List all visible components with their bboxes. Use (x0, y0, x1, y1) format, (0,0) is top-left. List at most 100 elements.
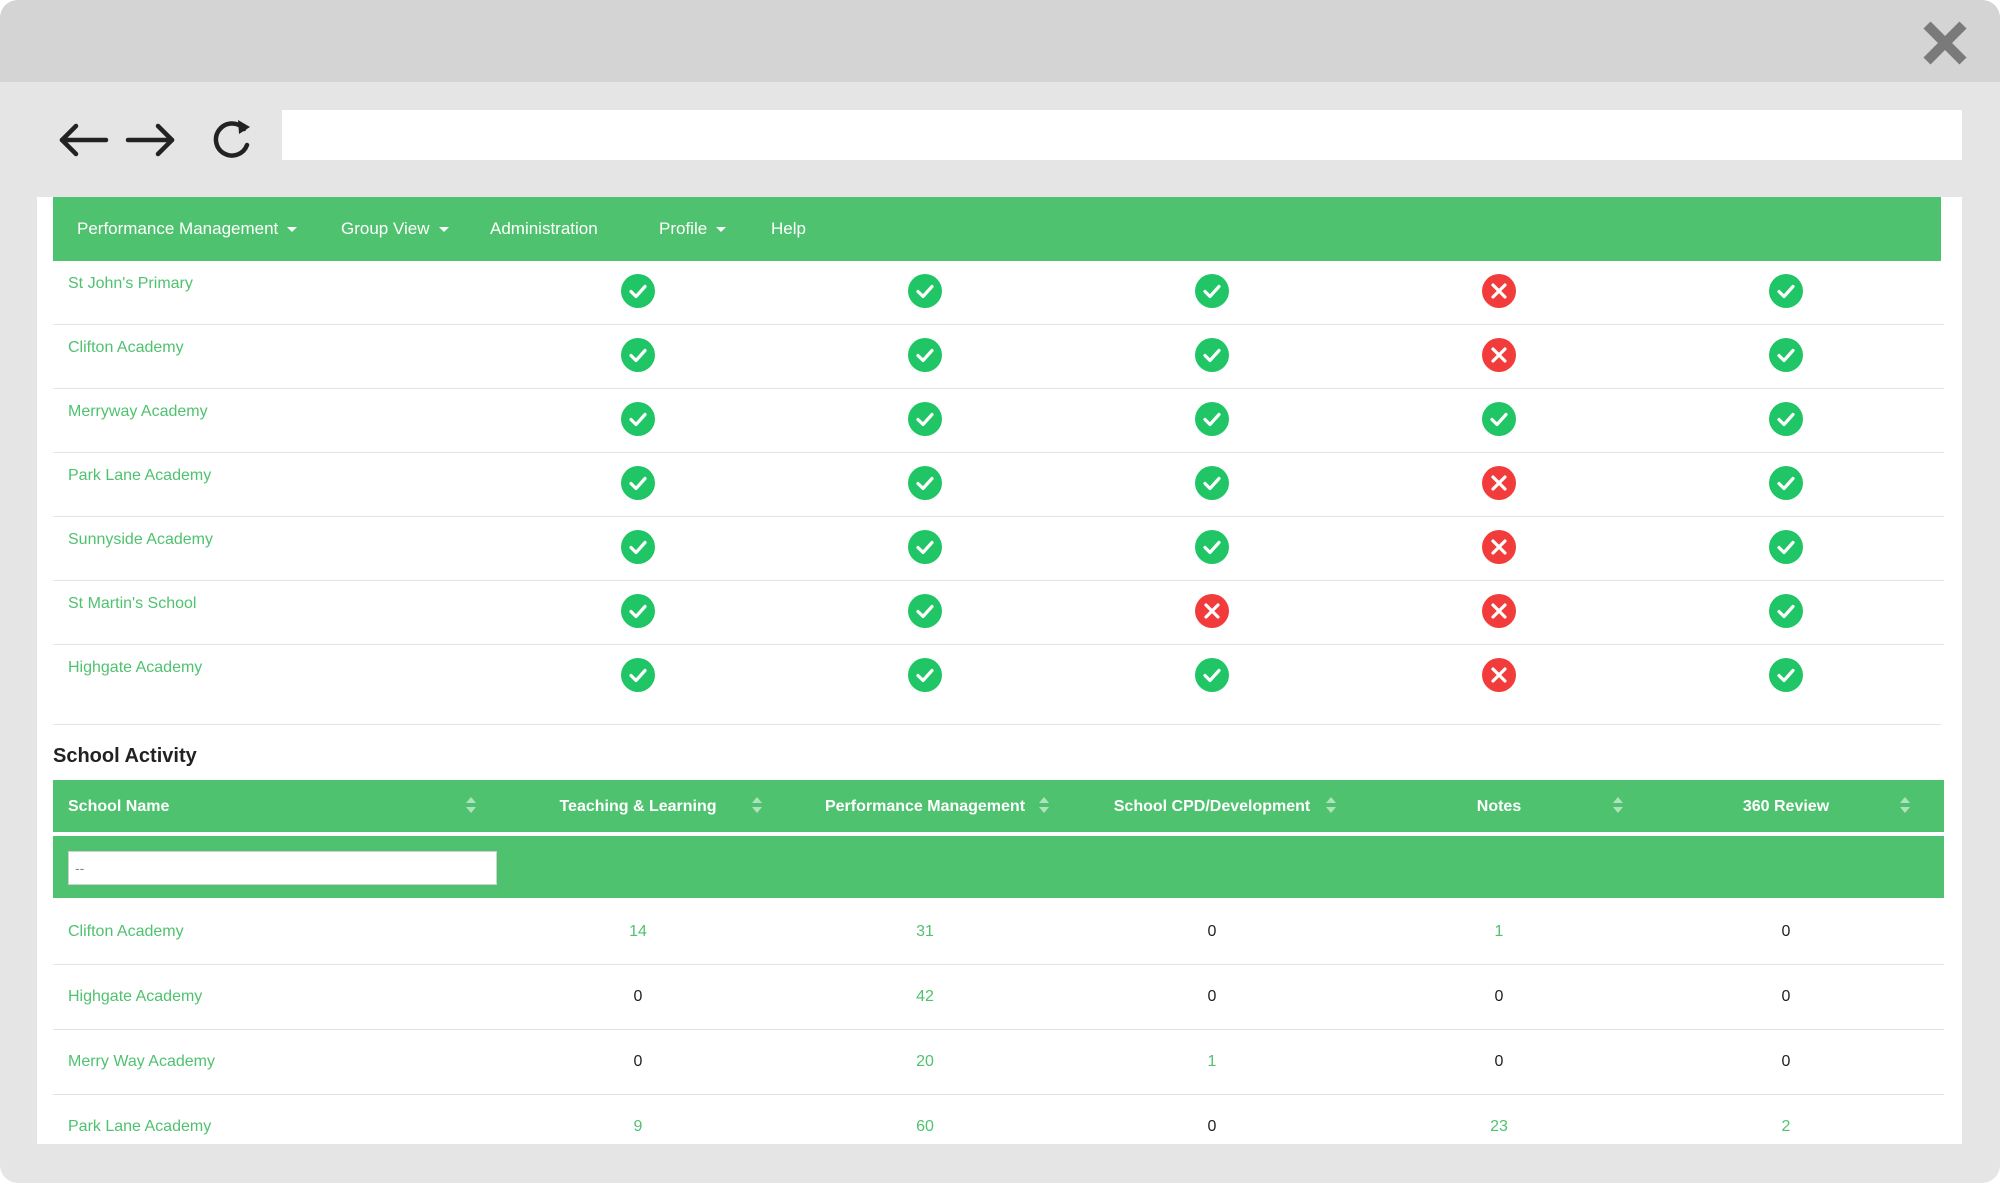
count-link[interactable]: 42 (916, 988, 934, 1006)
close-x-icon[interactable] (1920, 18, 1970, 68)
nav-performance-management[interactable]: Performance Management (77, 197, 298, 261)
column-header-teaching-learning[interactable]: Teaching & Learning (559, 780, 716, 834)
school-link[interactable]: Merry Way Academy (68, 1053, 215, 1071)
check-circle-icon (1195, 530, 1229, 564)
activity-table-header: School Name Teaching & Learning Performanc… (53, 780, 1944, 834)
school-link[interactable]: Clifton Academy (68, 339, 184, 357)
count-value: 0 (1494, 1053, 1504, 1070)
caret-down-icon (438, 227, 449, 232)
cross-circle-icon (1482, 274, 1516, 308)
school-name-filter-input[interactable] (68, 851, 497, 885)
count-link[interactable]: 9 (634, 1118, 643, 1136)
count-link[interactable]: 14 (629, 923, 647, 941)
school-link[interactable]: St John's Primary (68, 275, 193, 293)
sort-icon[interactable] (750, 794, 764, 816)
school-link[interactable]: Park Lane Academy (68, 467, 211, 485)
check-circle-icon (621, 594, 655, 628)
browser-window: Performance Management Group View Administ… (0, 0, 2000, 1183)
count-link[interactable]: 31 (916, 923, 934, 941)
status-row: St Martin's School (53, 581, 1944, 645)
school-link[interactable]: Sunnyside Academy (68, 531, 213, 549)
count-value: 0 (1781, 988, 1791, 1005)
check-circle-icon (908, 658, 942, 692)
count-link[interactable]: 1 (1495, 923, 1504, 941)
nav-label: Performance Management (77, 219, 279, 238)
count-link[interactable]: 2 (1782, 1118, 1791, 1136)
cross-circle-icon (1195, 594, 1229, 628)
count-value: 0 (1494, 988, 1504, 1005)
status-row: Park Lane Academy (53, 453, 1944, 517)
nav-help[interactable]: Help (771, 197, 806, 261)
arrow-right-icon[interactable] (122, 118, 178, 162)
check-circle-icon (621, 466, 655, 500)
filter-row (53, 836, 1944, 898)
check-circle-icon (1769, 658, 1803, 692)
nav-profile[interactable]: Profile (659, 197, 727, 261)
count-value: 0 (633, 1053, 643, 1070)
count-value: 0 (1207, 988, 1217, 1005)
page-viewport: Performance Management Group View Administ… (37, 197, 1962, 1144)
school-link[interactable]: Highgate Academy (68, 659, 202, 677)
column-header-school-cpd-development[interactable]: School CPD/Development (1114, 780, 1310, 834)
reload-icon[interactable] (206, 114, 256, 164)
cross-circle-icon (1482, 338, 1516, 372)
sort-icon[interactable] (1324, 794, 1338, 816)
check-circle-icon (621, 658, 655, 692)
nav-administration[interactable]: Administration (490, 197, 598, 261)
nav-group-view[interactable]: Group View (341, 197, 449, 261)
school-link[interactable]: Highgate Academy (68, 988, 202, 1006)
check-circle-icon (621, 402, 655, 436)
sort-icon[interactable] (1037, 794, 1051, 816)
address-bar-input[interactable] (282, 110, 1962, 160)
status-row: St John's Primary (53, 261, 1944, 325)
check-circle-icon (908, 594, 942, 628)
count-link[interactable]: 60 (916, 1118, 934, 1136)
cross-circle-icon (1482, 466, 1516, 500)
section-title-school-activity: School Activity (53, 745, 197, 767)
activity-row: Clifton Academy 14 31 0 1 0 (53, 900, 1944, 965)
count-value: 0 (633, 988, 643, 1005)
nav-label: Group View (341, 219, 430, 238)
check-circle-icon (1195, 658, 1229, 692)
arrow-left-icon[interactable] (56, 118, 112, 162)
column-header-360-review[interactable]: 360 Review (1743, 780, 1829, 834)
caret-down-icon (716, 227, 727, 232)
count-value: 0 (1781, 923, 1791, 940)
sort-icon[interactable] (1611, 794, 1625, 816)
table-divider (53, 724, 1941, 725)
count-link[interactable]: 1 (1208, 1053, 1217, 1071)
status-row: Clifton Academy (53, 325, 1944, 389)
check-circle-icon (908, 402, 942, 436)
status-row: Highgate Academy (53, 645, 1944, 709)
status-row: Merryway Academy (53, 389, 1944, 453)
sort-icon[interactable] (1898, 794, 1912, 816)
count-value: 0 (1781, 1053, 1791, 1070)
check-circle-icon (1769, 402, 1803, 436)
check-circle-icon (1195, 274, 1229, 308)
cross-circle-icon (1482, 658, 1516, 692)
column-header-school-name[interactable]: School Name (68, 780, 169, 834)
activity-row: Merry Way Academy 0 20 1 0 0 (53, 1030, 1944, 1095)
cross-circle-icon (1482, 530, 1516, 564)
school-link[interactable]: Park Lane Academy (68, 1118, 211, 1136)
check-circle-icon (1769, 338, 1803, 372)
count-value: 0 (1207, 923, 1217, 940)
caret-down-icon (287, 227, 298, 232)
cross-circle-icon (1482, 594, 1516, 628)
check-circle-icon (1195, 466, 1229, 500)
count-link[interactable]: 20 (916, 1053, 934, 1071)
column-header-notes[interactable]: Notes (1477, 780, 1521, 834)
sort-icon[interactable] (464, 794, 478, 816)
check-circle-icon (1195, 402, 1229, 436)
column-header-performance-management[interactable]: Performance Management (825, 780, 1025, 834)
check-circle-icon (621, 530, 655, 564)
check-circle-icon (908, 274, 942, 308)
title-bar (0, 0, 2000, 82)
school-link[interactable]: St Martin's School (68, 595, 196, 613)
nav-label: Help (771, 219, 806, 238)
activity-row: Highgate Academy 0 42 0 0 0 (53, 965, 1944, 1030)
school-link[interactable]: Clifton Academy (68, 923, 184, 941)
status-row: Sunnyside Academy (53, 517, 1944, 581)
count-link[interactable]: 23 (1490, 1118, 1508, 1136)
school-link[interactable]: Merryway Academy (68, 403, 208, 421)
